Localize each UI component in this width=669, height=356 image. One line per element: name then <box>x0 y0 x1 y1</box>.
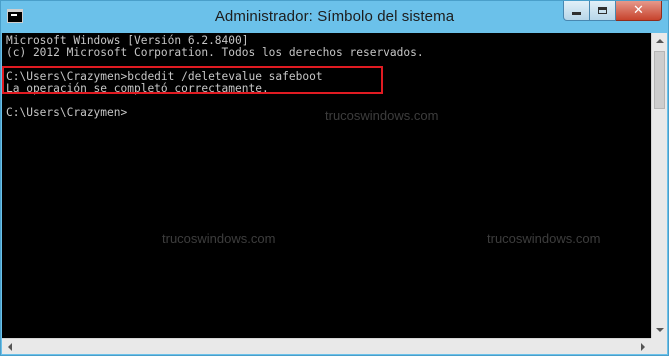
minimize-icon <box>572 12 581 15</box>
watermark: trucoswindows.com <box>325 108 439 123</box>
scroll-left-button[interactable] <box>2 339 18 354</box>
console-line: (c) 2012 Microsoft Corporation. Todos lo… <box>6 46 424 59</box>
console-output[interactable]: Microsoft Windows [Versión 6.2.8400] (c)… <box>2 33 651 338</box>
close-icon: ✕ <box>633 3 644 18</box>
arrow-down-icon <box>655 328 664 332</box>
watermark: trucoswindows.com <box>487 231 601 246</box>
command-highlight-box <box>2 66 383 94</box>
vertical-scrollbar[interactable] <box>651 33 667 338</box>
scrollbar-corner <box>651 338 667 354</box>
scroll-up-button[interactable] <box>652 33 667 49</box>
horizontal-scrollbar[interactable] <box>2 338 651 354</box>
arrow-right-icon <box>641 342 645 351</box>
arrow-left-icon <box>8 342 12 351</box>
window-controls: ✕ <box>563 1 662 22</box>
maximize-icon <box>598 7 607 14</box>
close-button[interactable]: ✕ <box>616 1 662 21</box>
title-bar[interactable]: Administrador: Símbolo del sistema ✕ <box>1 1 668 34</box>
scroll-down-button[interactable] <box>652 322 667 338</box>
maximize-button[interactable] <box>590 1 616 21</box>
watermark: trucoswindows.com <box>162 231 276 246</box>
scroll-right-button[interactable] <box>635 339 651 354</box>
console-prompt: C:\Users\Crazymen> <box>6 106 128 119</box>
scroll-thumb[interactable] <box>654 51 665 109</box>
minimize-button[interactable] <box>563 1 590 21</box>
arrow-up-icon <box>655 39 664 43</box>
